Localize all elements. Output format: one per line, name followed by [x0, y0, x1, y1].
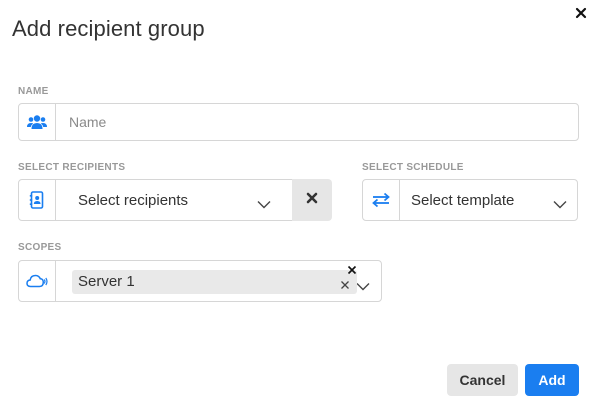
chevron-down-icon — [553, 196, 567, 214]
clear-scopes-icon[interactable] — [347, 262, 357, 280]
address-book-icon — [29, 191, 45, 209]
scope-tag-label: Server 1 — [78, 273, 135, 290]
schedule-selected-value: Select template — [411, 192, 515, 209]
chevron-down-icon — [257, 196, 271, 214]
recipients-select[interactable]: Select recipients — [18, 179, 293, 221]
scope-tag: Server 1 — [72, 270, 357, 294]
add-button[interactable]: Add — [525, 364, 579, 396]
clear-icon — [306, 191, 318, 209]
name-input[interactable] — [57, 104, 577, 140]
name-addon — [19, 104, 56, 140]
recipients-selected-value: Select recipients — [78, 192, 189, 209]
add-recipient-group-dialog: Add recipient group NAME SELECT RECIPIEN… — [0, 0, 594, 408]
scopes-addon — [19, 261, 56, 301]
schedule-addon — [363, 180, 400, 220]
schedule-label: SELECT SCHEDULE — [362, 162, 464, 173]
schedule-select[interactable]: Select template — [362, 179, 578, 221]
name-field-group — [18, 103, 579, 141]
cancel-button[interactable]: Cancel — [447, 364, 518, 396]
users-icon — [27, 114, 47, 130]
recipients-label: SELECT RECIPIENTS — [18, 162, 126, 173]
close-icon[interactable] — [574, 6, 588, 20]
clear-recipients-button[interactable] — [292, 179, 332, 221]
chevron-down-icon — [356, 278, 370, 296]
swap-arrows-icon — [371, 192, 391, 208]
cloud-icon — [26, 274, 48, 288]
scopes-label: SCOPES — [18, 242, 62, 253]
name-label: NAME — [18, 86, 49, 97]
recipients-addon — [19, 180, 56, 220]
dialog-title: Add recipient group — [12, 16, 205, 41]
